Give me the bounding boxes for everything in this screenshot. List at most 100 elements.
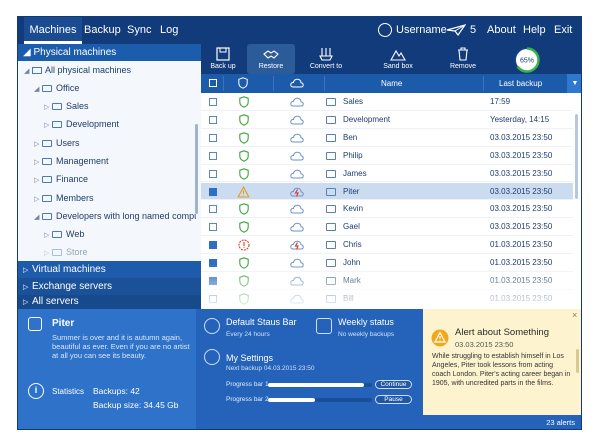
computer-icon	[32, 67, 42, 74]
calendar-icon[interactable]	[316, 318, 332, 334]
exit-link[interactable]: Exit	[554, 17, 572, 44]
triangle-right-icon: ▷	[23, 299, 29, 306]
sidebar-group-exchange-servers[interactable]: ▷ Exchange servers	[18, 278, 201, 295]
my-settings-title[interactable]: My Settings	[226, 353, 273, 363]
tree-item-label: Sales	[66, 101, 89, 111]
row-last-backup: 03.03.2015 23:50	[490, 204, 553, 214]
table-row[interactable]: Gael 03.03.2015 23:50	[201, 218, 573, 237]
username-label[interactable]: Username	[396, 17, 447, 44]
folder-icon	[42, 158, 52, 165]
default-status-bar-subtitle: Every 24 hours	[226, 331, 270, 338]
row-name: Sales	[343, 97, 364, 106]
remove-button[interactable]: Remove	[435, 44, 491, 74]
sidebar-group-virtual-machines[interactable]: ▷ Virtual machines	[18, 261, 201, 278]
progress-bar-2-fill	[268, 398, 315, 402]
tree-item-sales[interactable]: ▷ Sales	[44, 97, 89, 115]
row-checkbox[interactable]	[209, 205, 217, 214]
tree-item-label: All physical machines	[45, 65, 132, 75]
default-status-bar-title[interactable]: Default Staus Bar	[226, 317, 297, 327]
table-row[interactable]: James 03.03.2015 23:50	[201, 165, 573, 183]
back-up-button[interactable]: Back up	[201, 44, 245, 74]
row-checkbox[interactable]	[209, 115, 217, 124]
cloud-icon	[290, 133, 304, 143]
settings-icon[interactable]	[204, 349, 220, 365]
alerts-count[interactable]: 23 alerts	[423, 415, 581, 429]
table-row[interactable]: Sales 17:59	[201, 93, 573, 111]
table-row[interactable]: Piter 03.03.2015 23:50	[201, 182, 573, 201]
sand-box-button[interactable]: Sand box	[369, 44, 427, 74]
tab-sync[interactable]: Sync	[127, 17, 151, 44]
sort-dropdown-icon[interactable]: ▼	[567, 74, 581, 93]
table-row[interactable]: Development Yesterday, 14:15	[201, 111, 573, 129]
table-row[interactable]: Kevin 03.03.2015 23:50	[201, 200, 573, 219]
tree-item-developers[interactable]: ◢ Developers with long named compute...	[34, 207, 196, 225]
sidebar-header-physical-machines[interactable]: ◢ Physical machines	[18, 44, 201, 61]
continue-button[interactable]: Continue	[375, 380, 412, 389]
tree-item-members[interactable]: ▷ Members	[34, 189, 94, 207]
row-checkbox[interactable]	[209, 187, 217, 196]
weekly-status-title[interactable]: Weekly status	[338, 317, 394, 327]
row-last-backup: 17:59	[490, 97, 511, 106]
convert-to-button[interactable]: Convert to	[301, 44, 351, 74]
folder-icon	[42, 176, 52, 183]
gear-icon[interactable]	[204, 318, 220, 334]
tree-item-users[interactable]: ▷ Users	[34, 134, 80, 152]
tree-item-office[interactable]: ◢ Office	[34, 79, 79, 97]
row-last-backup: 03.03.2015 23:50	[490, 222, 553, 232]
row-checkbox[interactable]	[209, 133, 217, 142]
row-checkbox[interactable]	[209, 241, 217, 250]
restore-button[interactable]: Restore	[247, 44, 295, 74]
user-icon[interactable]	[378, 23, 392, 37]
cloud-icon	[290, 97, 304, 107]
tab-machines[interactable]: Machines	[24, 17, 82, 44]
pause-button[interactable]: Pause	[375, 395, 412, 404]
folder-icon	[326, 98, 336, 106]
cloud-icon	[290, 151, 304, 161]
table-row[interactable]: Philip 03.03.2015 23:50	[201, 147, 573, 165]
shield-icon[interactable]	[238, 77, 248, 89]
tree-item-development[interactable]: ▷ Development	[44, 115, 119, 133]
paper-plane-icon[interactable]	[446, 24, 466, 36]
alert-scrollbar[interactable]	[576, 349, 579, 373]
table-row[interactable]: Chris 01.03.2015 23:50	[201, 236, 573, 255]
sidebar-group-label: All servers	[32, 296, 79, 307]
tree-item-finance[interactable]: ▷ Finance	[34, 170, 88, 188]
triangle-down-icon: ◢	[24, 68, 30, 75]
tree-item-label: Management	[56, 156, 109, 166]
table-row[interactable]: Ben 03.03.2015 23:50	[201, 129, 573, 147]
shield-ok-icon	[239, 132, 249, 144]
list-scrollbar[interactable]	[575, 114, 578, 199]
column-header-last-backup[interactable]: Last backup	[499, 74, 542, 93]
sandbox-icon	[390, 49, 406, 61]
weekly-status-subtitle: No weekly backups	[338, 331, 394, 338]
row-last-backup: 03.03.2015 23:50	[490, 168, 553, 178]
info-icon: i	[28, 383, 44, 399]
row-checkbox[interactable]	[209, 223, 217, 232]
folder-icon	[42, 140, 52, 147]
tree-item-management[interactable]: ▷ Management	[34, 152, 109, 170]
folder-icon	[326, 187, 336, 196]
row-checkbox[interactable]	[209, 98, 217, 106]
tree-scrollbar[interactable]	[195, 124, 198, 214]
row-checkbox[interactable]	[209, 151, 217, 160]
cloud-icon[interactable]	[290, 78, 304, 88]
tree-item-label: Developers with long named compute...	[56, 211, 196, 221]
row-checkbox[interactable]	[209, 169, 217, 178]
column-divider	[273, 76, 274, 91]
sidebar-group-all-servers[interactable]: ▷ All servers	[18, 295, 201, 309]
close-icon[interactable]: ×	[572, 310, 577, 320]
triangle-down-icon: ◢	[34, 214, 40, 221]
tree-item-web[interactable]: ▷ Web	[44, 225, 84, 243]
column-header-name[interactable]: Name	[381, 74, 402, 93]
tab-backup[interactable]: Backup	[84, 17, 121, 44]
folder-icon	[326, 133, 336, 142]
button-label: Sand box	[383, 63, 413, 70]
help-link[interactable]: Help	[523, 17, 546, 44]
progress-bar-1	[268, 383, 372, 387]
cloud-icon	[290, 205, 304, 214]
tree-item-store[interactable]: ▷ Store	[44, 243, 88, 261]
select-all-checkbox[interactable]	[209, 79, 217, 87]
tree-item-all-physical[interactable]: ◢ All physical machines	[24, 61, 131, 79]
tab-log[interactable]: Log	[160, 17, 178, 44]
about-link[interactable]: About	[487, 17, 516, 44]
